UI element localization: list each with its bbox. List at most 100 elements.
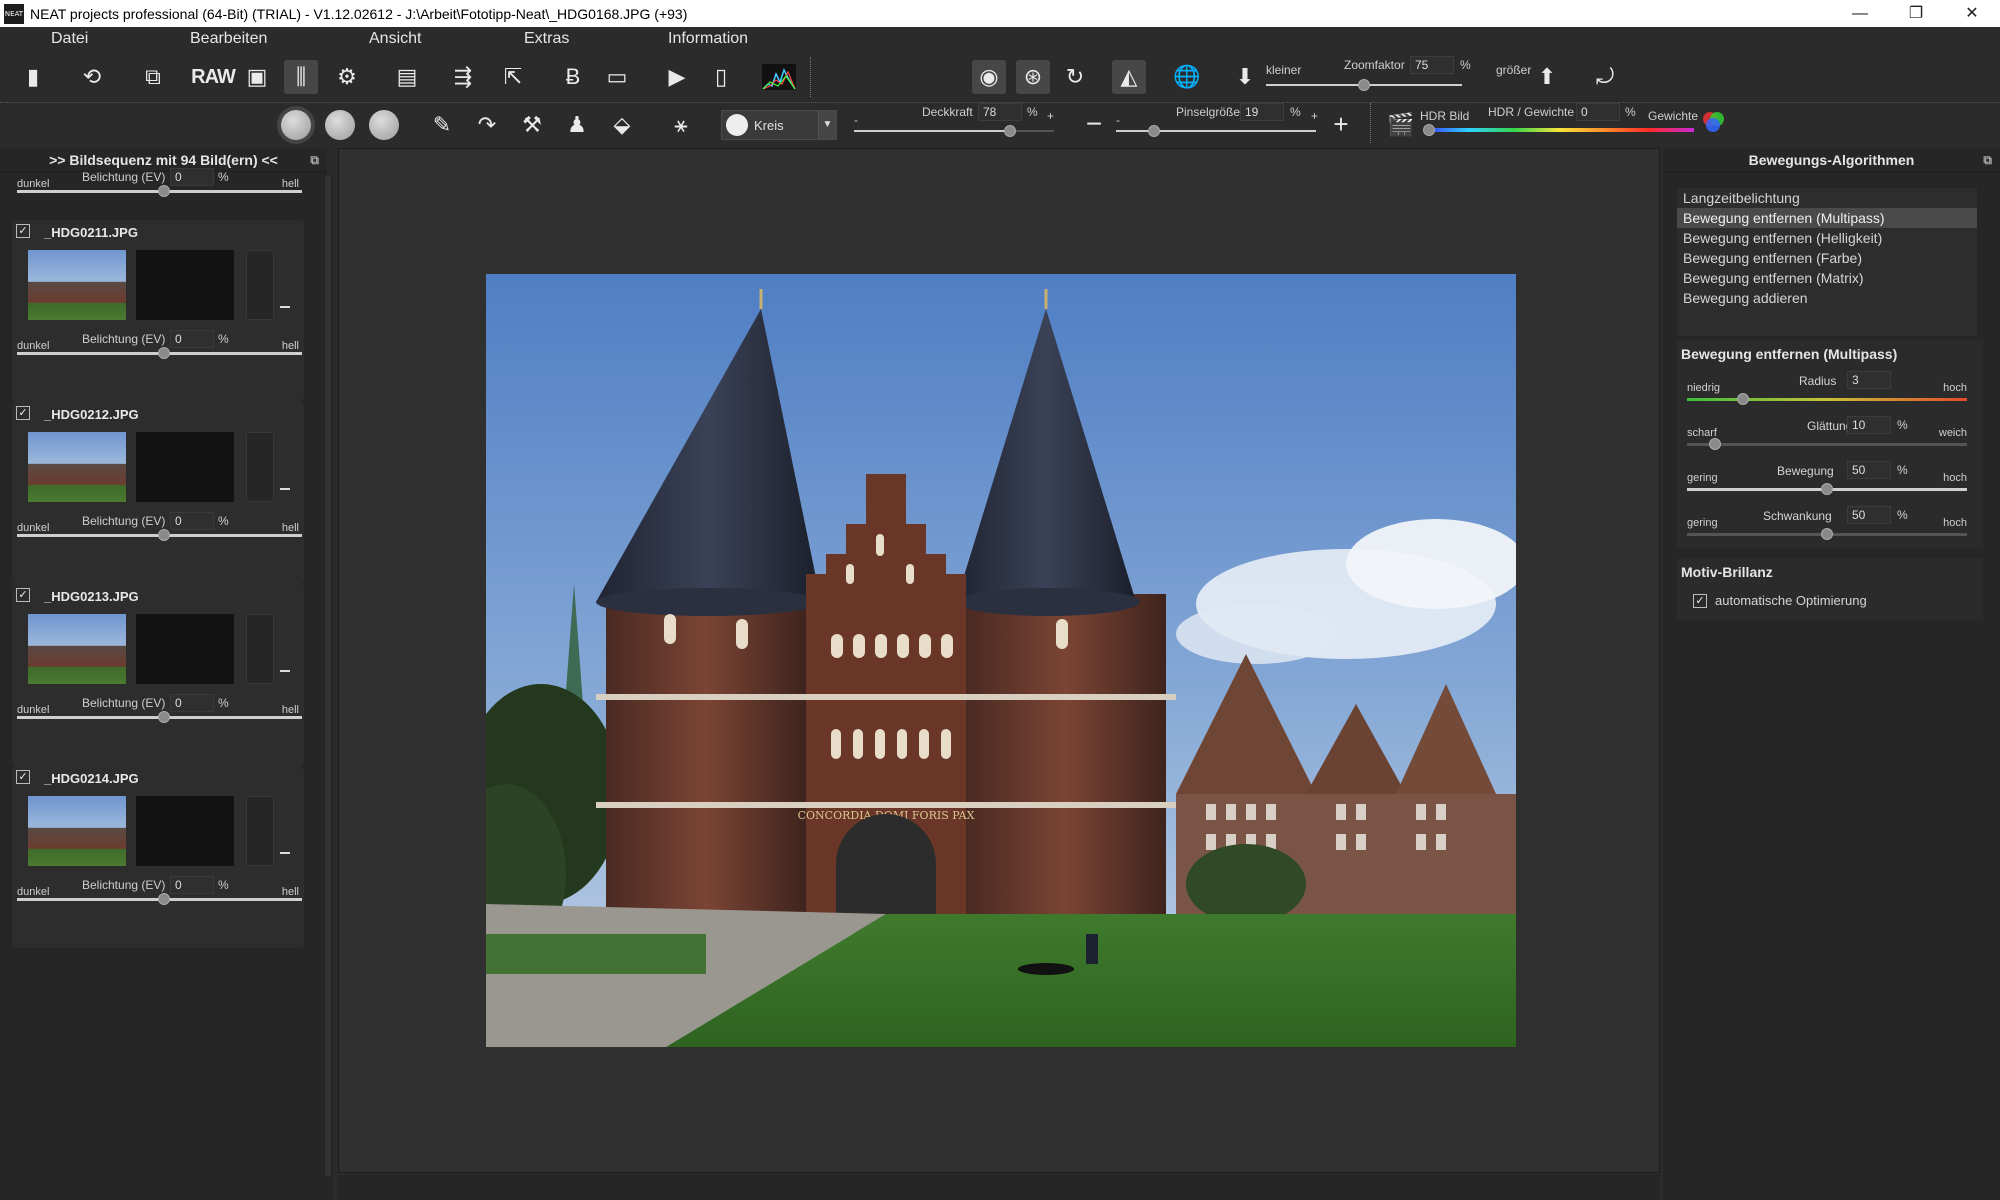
sequence-frame[interactable]: ✓ _HDG0214.JPG dunkel Belichtung (EV) 0 … [12,766,304,948]
clapper-icon[interactable]: 🎬 [1384,108,1418,142]
sequence-frame[interactable]: ✓ _HDG0213.JPG dunkel Belichtung (EV) 0 … [12,584,304,766]
opacity-slider-knob[interactable] [1004,125,1016,137]
b-icon[interactable]: Ƀ [556,60,590,94]
exposure-slider-knob[interactable] [158,347,170,359]
info-doc-icon[interactable]: ▯ [704,60,738,94]
play-icon[interactable]: ▶ [660,60,694,94]
brush-hardness-medium-button[interactable] [325,110,355,140]
new-file-icon[interactable]: ▮ [16,60,50,94]
sequence-scrollbar-thumb[interactable] [325,176,331,1176]
exposure-slider-knob[interactable] [158,711,170,723]
export-icon[interactable]: ⇱ [496,60,530,94]
auto-optimization-checkbox[interactable]: ✓ [1693,594,1707,608]
param-value[interactable]: 3 [1847,371,1891,389]
param-slider-track[interactable] [1687,443,1967,446]
param-slider-knob[interactable] [1709,438,1721,450]
preview-image[interactable]: CONCORDIA DOMI FORIS PAX [486,274,1516,1047]
param-value[interactable]: 50 [1847,461,1891,479]
histogram-icon[interactable] [762,60,796,94]
frame-collapse-icon[interactable] [280,488,290,490]
frame-thumbnail[interactable] [28,250,126,320]
eye-view-icon[interactable]: ◉ [972,60,1006,94]
exposure-slider-knob[interactable] [158,185,170,197]
raw-button[interactable]: RAW [190,60,236,94]
algorithm-item[interactable]: Bewegung entfernen (Multipass) [1677,208,1977,228]
frame-checkbox[interactable]: ✓ [16,224,30,238]
param-value[interactable]: 10 [1847,416,1891,434]
exposure-slider-knob[interactable] [158,893,170,905]
frame-thumbnail[interactable] [28,796,126,866]
brush-size-slider-knob[interactable] [1148,125,1160,137]
restore-button[interactable]: ❐ [1888,0,1944,27]
frame-thumbnail[interactable] [28,432,126,502]
person-tool-icon[interactable]: ⚹ [664,108,698,142]
frame-collapse-icon[interactable] [280,670,290,672]
history-icon[interactable]: ⟲ [75,60,109,94]
batch-icon[interactable]: ⇶ [446,60,480,94]
exposure-value[interactable]: 0 [170,330,214,348]
lasso-icon[interactable]: ↷ [470,108,504,142]
exposure-value[interactable]: 0 [170,876,214,894]
algorithm-item[interactable]: Bewegung entfernen (Farbe) [1677,248,1977,268]
open-sequence-icon[interactable]: ⧉ [136,60,170,94]
menu-ansicht[interactable]: Ansicht [369,30,421,48]
eraser-icon[interactable]: ⬙ [605,108,639,142]
motion-tools-icon[interactable]: ⫼ [284,60,318,94]
algorithm-item[interactable]: Bewegung entfernen (Helligkeit) [1677,228,1977,248]
menu-extras[interactable]: Extras [524,30,569,48]
frame-checkbox[interactable]: ✓ [16,770,30,784]
brush-size-slider-track[interactable] [1116,130,1316,132]
menu-datei[interactable]: Datei [51,30,88,48]
image-view-hscrollbar[interactable] [338,1175,1660,1200]
algorithm-item[interactable]: Bewegung addieren [1677,288,1977,308]
menu-bearbeiten[interactable]: Bearbeiten [190,30,267,48]
brush-size-plus-button[interactable]: + [1324,107,1358,141]
exposure-value[interactable]: 0 [170,168,214,186]
refresh-icon[interactable]: ↻ [1058,60,1092,94]
panel-pin-icon[interactable]: ⧉ [1983,148,1992,172]
opacity-value[interactable]: 78 [978,103,1022,121]
save-icon[interactable]: ▤ [390,60,424,94]
zoom-value[interactable]: 75 [1410,56,1454,74]
close-button[interactable]: ✕ [1944,0,2000,27]
frame-mask-thumbnail[interactable] [136,432,234,502]
frame-collapse-icon[interactable] [280,852,290,854]
filmstrip-icon[interactable]: ▭ [600,60,634,94]
brush-hardness-hard-button[interactable] [369,110,399,140]
exposure-value[interactable]: 0 [170,512,214,530]
menu-information[interactable]: Information [668,30,748,48]
sequence-frame[interactable]: ✓ _HDG0212.JPG dunkel Belichtung (EV) 0 … [12,402,304,584]
rgb-weights-icon[interactable] [1696,105,1730,139]
hdr-weight-slider-track[interactable] [1424,128,1694,132]
zoom-in-icon[interactable]: ⬆ [1530,60,1564,94]
exposure-slider-knob[interactable] [158,529,170,541]
hdr-weight-slider-knob[interactable] [1423,124,1435,136]
algorithm-item[interactable]: Bewegung entfernen (Matrix) [1677,268,1977,288]
panel-pin-icon[interactable]: ⧉ [310,148,319,172]
frame-mask-thumbnail[interactable] [136,796,234,866]
frame-checkbox[interactable]: ✓ [16,406,30,420]
stamp-icon[interactable]: ♟ [560,108,594,142]
param-slider-knob[interactable] [1737,393,1749,405]
globe-icon[interactable]: 🌐 [1170,60,1204,94]
settings-panel-icon[interactable]: ⚙ [330,60,364,94]
frame-mask-thumbnail[interactable] [136,614,234,684]
sequence-scrollbar[interactable] [323,176,333,1200]
param-value[interactable]: 50 [1847,506,1891,524]
brush-hardness-soft-button[interactable] [281,110,311,140]
param-slider-knob[interactable] [1821,483,1833,495]
fit-rotate-icon[interactable]: ⤾ [1588,60,1622,94]
algorithm-item[interactable]: Langzeitbelichtung [1677,188,1977,208]
frame-thumbnail[interactable] [28,614,126,684]
frame-collapse-icon[interactable] [280,306,290,308]
frame-mask-thumbnail[interactable] [136,250,234,320]
frame-checkbox[interactable]: ✓ [16,588,30,602]
minimize-button[interactable]: — [1832,0,1888,27]
mirror-icon[interactable]: ◭ [1112,60,1146,94]
exposure-value[interactable]: 0 [170,694,214,712]
brush-shape-select[interactable]: Kreis ▼ [721,110,837,140]
zoom-slider-knob[interactable] [1358,79,1370,91]
brush-icon[interactable]: ✎ [425,108,459,142]
param-slider-knob[interactable] [1821,528,1833,540]
compare-icon[interactable]: ⊛ [1016,60,1050,94]
